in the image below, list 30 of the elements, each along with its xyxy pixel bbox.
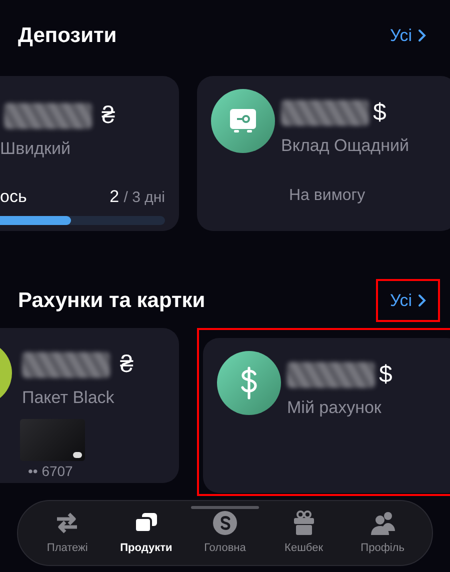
account-card[interactable]: $ Мій рахунок — [203, 338, 450, 493]
progress-count: 2 / 3 дні — [110, 186, 165, 208]
nav-tab[interactable]: Головна — [190, 510, 260, 556]
currency-symbol: ₴ — [102, 100, 115, 130]
s-logo-icon — [212, 510, 238, 536]
highlighted-see-all-link[interactable]: Усі — [376, 278, 440, 322]
currency-symbol: ₴ — [120, 350, 134, 380]
nav-tab[interactable]: Кешбек — [268, 510, 339, 556]
chevron-right-icon — [418, 294, 426, 307]
account-card[interactable]: ₴ Пакет Black •• 6707 — [0, 328, 179, 483]
nav-tab[interactable]: Профіль — [348, 510, 418, 556]
people-icon — [370, 510, 396, 536]
section-title: Рахунки та картки — [18, 288, 206, 314]
deposit-term: На вимогу — [289, 186, 366, 206]
account-name: Пакет Black — [22, 387, 116, 409]
currency-symbol: $ — [373, 98, 386, 128]
card-number: •• 6707 — [28, 462, 74, 480]
section-title: Депозити — [18, 23, 117, 49]
see-all-link[interactable]: Усі — [376, 14, 440, 58]
account-card[interactable]: $ Вклад Ощадний На вимогу — [197, 76, 450, 230]
deposit-name: Швидкий — [0, 138, 72, 160]
progress-label: ось — [0, 186, 27, 208]
account-name: Мій рахунок — [287, 397, 382, 419]
nav-tab[interactable]: Платежі — [32, 510, 102, 556]
drag-handle[interactable] — [191, 506, 259, 509]
nav-tab[interactable]: Продукти — [111, 510, 182, 556]
chevron-right-icon — [418, 29, 426, 42]
deposit-card[interactable]: ₴ Швидкий ось 2 / 3 дні — [0, 76, 179, 230]
currency-symbol: $ — [379, 360, 392, 390]
account-name: Вклад Ощадний — [281, 134, 409, 156]
